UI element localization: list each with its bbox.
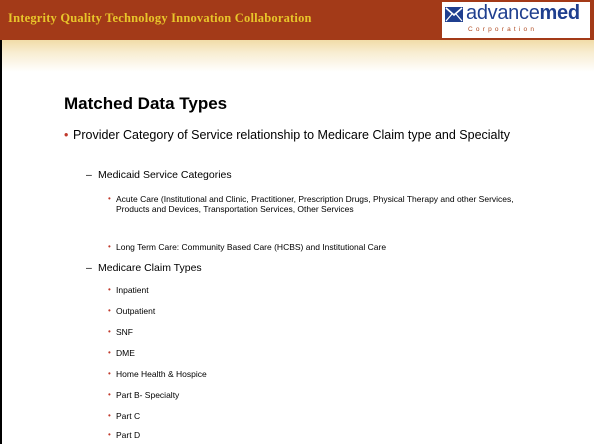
list-item-text: DME — [116, 348, 135, 358]
logo-wordmark: advancemed — [466, 2, 580, 25]
header-tagline: Integrity Quality Technology Innovation … — [8, 11, 312, 25]
list-item-text: Outpatient — [116, 306, 156, 316]
list-item-text: Part B- Specialty — [116, 390, 180, 400]
slide-title: Matched Data Types — [64, 94, 228, 113]
bullet-level1: • Provider Category of Service relationsh… — [64, 128, 564, 142]
dash-icon: – — [86, 169, 92, 181]
list-item-text: Acute Care (Institutional and Clinic, Pr… — [116, 194, 514, 214]
list-item: • Inpatient — [108, 285, 528, 295]
list-item: • Acute Care (Institutional and Clinic, P… — [108, 194, 528, 214]
list-item: • Outpatient — [108, 306, 528, 316]
bullet-icon: • — [108, 242, 111, 251]
bullet-icon: • — [64, 128, 69, 142]
list-item-text: SNF — [116, 327, 133, 337]
list-item: • Part C — [108, 411, 528, 421]
sub-heading-medicaid: – Medicaid Service Categories — [86, 169, 566, 182]
list-item-text: Part D — [116, 430, 141, 440]
header-banner: Integrity Quality Technology Innovation … — [0, 0, 594, 40]
list-item-text: Long Term Care: Community Based Care (HC… — [116, 242, 387, 252]
logo-wordmark-part1: advance — [466, 2, 540, 24]
logo-mark-icon — [445, 7, 463, 22]
bullet-icon: • — [108, 390, 111, 399]
bullet-icon: • — [108, 194, 111, 203]
sub-heading-text: Medicare Claim Types — [98, 262, 202, 274]
bullet-icon: • — [108, 369, 111, 378]
list-item: • SNF — [108, 327, 528, 337]
company-logo: advancemed Corporation — [442, 2, 590, 38]
bullet-icon: • — [108, 348, 111, 357]
list-item-text: Inpatient — [116, 285, 149, 295]
sub-heading-medicare: – Medicare Claim Types — [86, 262, 566, 275]
bullet-icon: • — [108, 411, 111, 420]
list-item: • Long Term Care: Community Based Care (H… — [108, 242, 528, 252]
list-item: • DME — [108, 348, 528, 358]
logo-wordmark-part2: med — [539, 2, 581, 24]
list-item: • Home Health & Hospice — [108, 369, 528, 379]
list-item-text: Home Health & Hospice — [116, 369, 207, 379]
slide-left-border — [0, 40, 2, 444]
bullet-text: Provider Category of Service relationshi… — [73, 128, 511, 142]
bullet-icon: • — [108, 327, 111, 336]
dash-icon: – — [86, 262, 92, 274]
sub-heading-text: Medicaid Service Categories — [98, 169, 232, 181]
bullet-icon: • — [108, 430, 111, 439]
list-item-text: Part C — [116, 411, 141, 421]
bullet-icon: • — [108, 306, 111, 315]
header-gradient-band — [0, 40, 594, 72]
list-item: • Part B- Specialty — [108, 390, 528, 400]
bullet-icon: • — [108, 285, 111, 294]
logo-subtitle: Corporation — [468, 26, 538, 33]
list-item: • Part D — [108, 430, 528, 440]
